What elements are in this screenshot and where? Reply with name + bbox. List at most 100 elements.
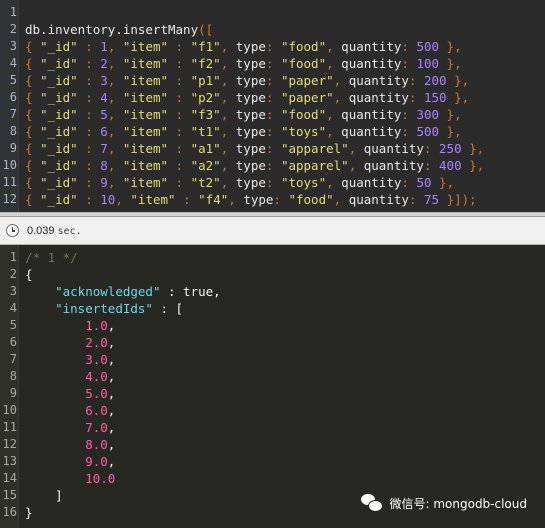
execution-time: 0.039 sec. [27, 225, 82, 237]
code-token: , [220, 90, 236, 105]
code-token: 2.0 [85, 335, 108, 350]
code-token: , [107, 175, 123, 190]
line-code: { "_id" : 2, "item" : "f2", type: "food"… [25, 55, 462, 72]
editor-line: 2 db.inventory.insertMany([ [0, 21, 545, 38]
line-number: 16 [2, 505, 17, 519]
line-number: 11 [2, 420, 17, 434]
line-code: 8.0, [25, 436, 115, 453]
code-token: }, [439, 107, 462, 122]
code-token: "_id" [40, 39, 78, 54]
line-code: { "_id" : 10, "item" : "f4", type: "food… [25, 191, 477, 208]
code-token: 150 [423, 90, 447, 105]
code-token: { [25, 107, 41, 122]
code-token: }, [431, 175, 455, 190]
watermark: 微信号: mongodb-cloud [361, 494, 527, 512]
code-token: { [25, 175, 41, 190]
code-token: }, [461, 141, 485, 156]
line-code: { "_id" : 8, "item" : "a2", type: "appar… [25, 157, 484, 174]
line-number: 4 [9, 301, 17, 315]
line-code: 10.0 [25, 470, 115, 487]
result-viewer[interactable]: 1/* 1 */2{3 "acknowledged" : true, 4 "ins… [0, 245, 545, 528]
code-token: 3.0 [85, 352, 108, 367]
code-token: : [ [152, 301, 184, 316]
code-token: "item" [122, 107, 169, 122]
result-line: 2{ [0, 266, 545, 283]
code-token: "food" [280, 39, 327, 54]
code-token: , [107, 454, 116, 469]
code-token: : [77, 73, 101, 88]
code-token: , [107, 90, 123, 105]
code-token: : [408, 73, 424, 88]
code-token: "toys" [280, 124, 327, 139]
code-token: "item" [122, 124, 169, 139]
code-token: , [326, 124, 342, 139]
code-token: 5.0 [85, 386, 108, 401]
line-code: 3.0, [25, 351, 115, 368]
code-token: : [265, 175, 281, 190]
editor-line: 4 { "_id" : 2, "item" : "f2", type: "food… [0, 55, 545, 72]
line-number: 2 [9, 267, 17, 281]
code-token: { [25, 267, 33, 282]
code-token: 4 [100, 90, 108, 105]
code-token: "paper" [280, 73, 334, 88]
code-token: , [220, 124, 236, 139]
line-code: /* 1 */ [25, 249, 78, 266]
code-token: : [168, 141, 191, 156]
line-code: { "_id" : 9, "item" : "t2", type: "toys"… [25, 174, 454, 191]
code-token: : [168, 39, 191, 54]
code-token: "_id" [40, 56, 78, 71]
result-line: 12 8.0, [0, 436, 545, 453]
code-token: "item" [122, 90, 169, 105]
editor-line: 8 { "_id" : 6, "item" : "t1", type: "toys… [0, 123, 545, 140]
code-token: type [235, 175, 266, 190]
status-bar: 0.039 sec. [0, 217, 545, 245]
line-number: 14 [2, 471, 17, 485]
code-token: "item" [122, 141, 169, 156]
wechat-icon [361, 494, 384, 512]
code-token: 300 [416, 107, 440, 122]
line-code: { "_id" : 4, "item" : "p2", type: "paper… [25, 89, 469, 106]
code-token: "apparel" [280, 141, 349, 156]
code-token: , [107, 318, 116, 333]
code-token: : [77, 56, 101, 71]
editor-line: 3 { "_id" : 1, "item" : "f1", type: "food… [0, 38, 545, 55]
line-code: "insertedIds" : [ [25, 300, 183, 317]
line-number: 8 [9, 369, 17, 383]
code-token: 100 [416, 56, 440, 71]
code-token: , [107, 141, 123, 156]
code-token: }, [439, 56, 462, 71]
code-token: : [77, 158, 101, 173]
code-token: }, [439, 124, 462, 139]
code-token: , [107, 386, 116, 401]
line-code: 2.0, [25, 334, 115, 351]
code-token: "_id" [40, 158, 78, 173]
code-token: type [243, 192, 274, 207]
code-token: "item" [122, 175, 169, 190]
code-token: : [77, 124, 101, 139]
code-token: , [107, 56, 123, 71]
code-token: type [235, 107, 266, 122]
code-token: , [115, 192, 131, 207]
code-token: : [265, 73, 281, 88]
code-token: "a1" [190, 141, 221, 156]
code-token: "_id" [40, 192, 78, 207]
line-number: 7 [9, 352, 17, 366]
line-code: 4.0, [25, 368, 115, 385]
line-code: { "_id" : 3, "item" : "p1", type: "paper… [25, 72, 469, 89]
code-token: "food" [280, 107, 327, 122]
result-line: 3 "acknowledged" : true, [0, 283, 545, 300]
code-token: , [107, 124, 123, 139]
code-token: , [326, 107, 342, 122]
code-token: , [107, 335, 116, 350]
code-token: , [228, 192, 244, 207]
line-number: 7 [9, 107, 17, 121]
code-token: 10 [100, 192, 116, 207]
code-token: : [168, 175, 191, 190]
query-editor[interactable]: 1 2 db.inventory.insertMany([3{ "_id" : 1,… [0, 0, 545, 212]
code-token: : [423, 158, 440, 173]
code-token: : [408, 192, 424, 207]
